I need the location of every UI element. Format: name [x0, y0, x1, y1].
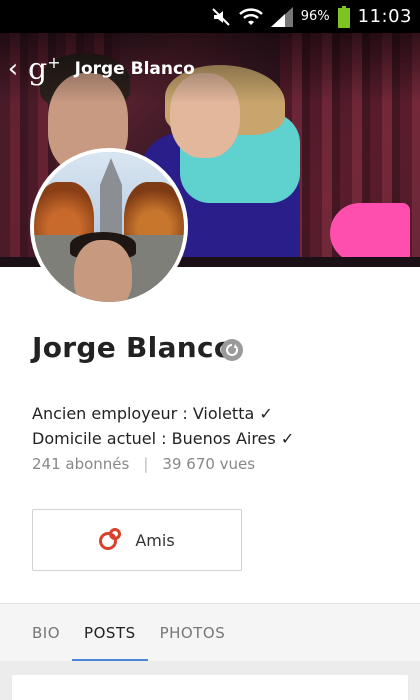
chevron-left-icon[interactable]: ‹ [4, 54, 22, 84]
avatar[interactable] [30, 148, 188, 306]
tab-posts[interactable]: POSTS [72, 604, 148, 662]
google-plus-logo[interactable]: g+ [28, 52, 61, 87]
friends-button-label: Amis [135, 530, 175, 550]
circles-icon [99, 528, 125, 552]
cover-pink-pants [330, 203, 410, 263]
profile-name: Jorge Blanco [32, 331, 234, 364]
battery-percent: 96% [300, 9, 330, 24]
verified-icon [221, 339, 243, 361]
mute-icon [211, 7, 231, 27]
battery-icon [337, 5, 350, 28]
followers-count[interactable]: 241 abonnés [32, 455, 129, 473]
avatar-face [74, 240, 132, 302]
employer-line: Ancien employeur : Violetta ✓ [32, 404, 273, 423]
residence-line: Domicile actuel : Buenos Aires ✓ [32, 429, 295, 448]
clock: 11:03 [357, 6, 412, 27]
header-title: Jorge Blanco [74, 59, 195, 79]
tab-photos[interactable]: PHOTOS [148, 604, 238, 662]
profile-card: Jorge Blanco Ancien employeur : Violetta… [0, 267, 420, 603]
profile-tabs: BIO POSTS PHOTOS [0, 603, 420, 662]
posts-feed [0, 661, 420, 700]
friends-button[interactable]: Amis [32, 509, 242, 571]
views-count: 39 670 vues [162, 455, 256, 473]
status-bar: 96% 11:03 [0, 0, 420, 33]
tab-bio[interactable]: BIO [20, 604, 72, 662]
signal-icon [270, 6, 293, 27]
post-card[interactable] [12, 675, 408, 700]
stats-separator: | [143, 455, 149, 473]
wifi-icon [238, 7, 263, 27]
profile-stats: 241 abonnés | 39 670 vues [32, 455, 255, 473]
top-navigation: ‹ g+ Jorge Blanco [0, 33, 420, 105]
